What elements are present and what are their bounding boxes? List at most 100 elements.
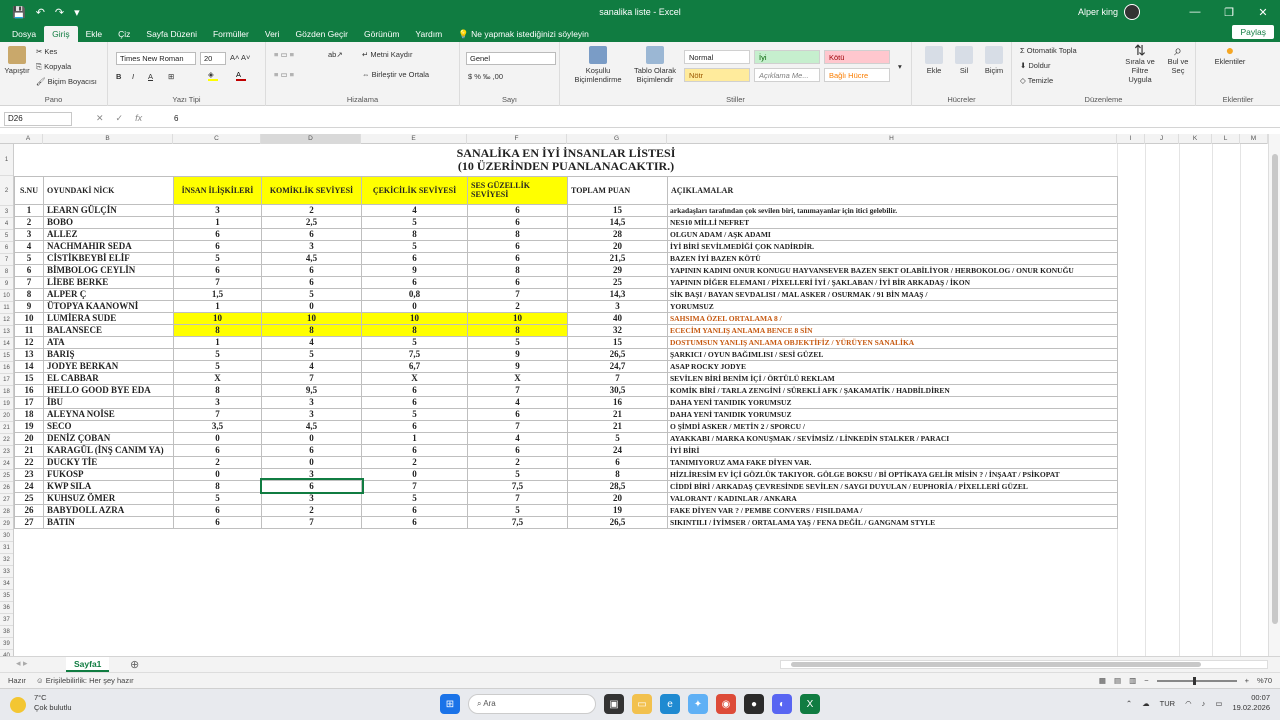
table-cell[interactable]: VALORANT / KADINLAR / ANKARA — [667, 491, 1118, 505]
tab-data[interactable]: Veri — [257, 26, 288, 42]
table-cell[interactable]: 5 — [467, 467, 568, 481]
table-cell[interactable]: 21 — [14, 443, 44, 457]
row-header[interactable]: 15 — [0, 350, 13, 362]
table-cell[interactable]: 0 — [261, 299, 362, 313]
table-cell[interactable]: 3 — [14, 227, 44, 241]
table-cell[interactable]: 3 — [261, 239, 362, 253]
row-header[interactable]: 14 — [0, 338, 13, 350]
table-cell[interactable]: JODYE BERKAN — [43, 359, 174, 373]
table-cell[interactable]: 26 — [14, 503, 44, 517]
table-cell[interactable]: KWP SILA — [43, 479, 174, 493]
row-header[interactable]: 30 — [0, 530, 13, 542]
table-cell[interactable]: 8 — [14, 287, 44, 301]
edge-icon[interactable]: e — [660, 694, 680, 714]
taskbar-search[interactable]: ⌕ Ara — [468, 694, 596, 714]
table-cell[interactable]: 5 — [361, 335, 468, 349]
column-header[interactable]: C — [173, 134, 261, 144]
table-cell[interactable]: 7,5 — [467, 479, 568, 493]
row-header[interactable]: 5 — [0, 230, 13, 242]
clock[interactable]: 00:07 19.02.2026 — [1232, 693, 1270, 713]
table-cell[interactable]: 6 — [361, 383, 468, 397]
table-cell[interactable]: 6 — [467, 203, 568, 217]
wrap-text-button[interactable]: ↵ Metni Kaydır — [362, 50, 412, 59]
tab-draw[interactable]: Çiz — [110, 26, 138, 42]
row-header[interactable]: 19 — [0, 398, 13, 410]
table-cell[interactable]: 1 — [173, 215, 262, 229]
customize-icon[interactable]: ▾ — [74, 6, 80, 19]
column-header[interactable]: D — [261, 134, 361, 144]
column-header[interactable]: G — [567, 134, 667, 144]
table-cell[interactable]: 6 — [173, 263, 262, 277]
style-normal[interactable]: Normal — [684, 50, 750, 64]
function-icon[interactable]: fx — [135, 113, 142, 124]
table-cell[interactable]: 0 — [173, 431, 262, 445]
table-cell[interactable]: 3 — [261, 395, 362, 409]
table-cell[interactable]: 8 — [173, 383, 262, 397]
table-cell[interactable]: 9 — [467, 359, 568, 373]
table-cell[interactable]: 5 — [467, 335, 568, 349]
format-as-table-button[interactable]: Tablo Olarak Biçimlendir — [630, 46, 680, 84]
style-explanatory[interactable]: Açıklama Me... — [754, 68, 820, 82]
table-cell[interactable]: 6 — [467, 407, 568, 421]
table-cell[interactable]: 24 — [14, 479, 44, 493]
table-cell[interactable]: TANIMIYORUZ AMA FAKE DİYEN VAR. — [667, 455, 1118, 469]
table-cell[interactable]: LEARN GÜLÇİN — [43, 203, 174, 217]
table-cell[interactable]: 6 — [361, 443, 468, 457]
column-header[interactable]: A — [14, 134, 43, 144]
table-cell[interactable]: 11 — [14, 323, 44, 337]
scroll-thumb[interactable] — [1272, 154, 1278, 624]
header-cell[interactable]: TOPLAM PUAN — [567, 175, 668, 205]
table-cell[interactable]: YAPININ DİĞER ELEMANI / PİXELLERİ İYİ / … — [667, 275, 1118, 289]
battery-icon[interactable]: ▭ — [1215, 699, 1222, 708]
table-cell[interactable]: NES10 MİLLİ NEFRET — [667, 215, 1118, 229]
row-header[interactable]: 9 — [0, 278, 13, 290]
table-cell[interactable]: X — [467, 371, 568, 385]
table-cell[interactable]: 6 — [261, 263, 362, 277]
conditional-formatting-button[interactable]: Koşullu Biçimlendirme — [574, 46, 622, 84]
cancel-icon[interactable]: ✕ — [96, 113, 104, 124]
row-header[interactable]: 25 — [0, 470, 13, 482]
table-cell[interactable]: 26,5 — [567, 347, 668, 361]
merge-center-button[interactable]: ⇔ Birleştir ve Ortala — [362, 70, 429, 79]
table-cell[interactable]: 2 — [261, 203, 362, 217]
table-cell[interactable]: KUHSUZ ÖMER — [43, 491, 174, 505]
table-cell[interactable]: 6 — [467, 215, 568, 229]
table-cell[interactable]: 3 — [173, 203, 262, 217]
redo-icon[interactable]: ↷ — [55, 6, 64, 19]
style-neutral[interactable]: Nötr — [684, 68, 750, 82]
table-cell[interactable]: 4 — [467, 395, 568, 409]
delete-cells-button[interactable]: Sil — [952, 46, 976, 75]
table-cell[interactable]: DENİZ ÇOBAN — [43, 431, 174, 445]
row-header[interactable]: 36 — [0, 602, 13, 614]
table-cell[interactable]: 3 — [173, 395, 262, 409]
zoom-slider[interactable] — [1156, 676, 1237, 685]
row-header[interactable]: 29 — [0, 518, 13, 530]
table-cell[interactable]: 7 — [467, 491, 568, 505]
row-header[interactable]: 39 — [0, 638, 13, 650]
normal-view-icon[interactable]: ▦ — [1099, 676, 1106, 685]
header-cell[interactable]: KOMİKLİK SEVİYESİ — [261, 175, 362, 205]
row-header[interactable]: 34 — [0, 578, 13, 590]
table-cell[interactable]: ATA — [43, 335, 174, 349]
table-cell[interactable]: 4 — [14, 239, 44, 253]
table-cell[interactable]: HİZLİRESİM EV İÇİ GÖZLÜK TAKIYOR. GÖLGE … — [667, 467, 1118, 481]
tab-help[interactable]: Yardım — [407, 26, 450, 42]
tab-page-layout[interactable]: Sayfa Düzeni — [138, 26, 205, 42]
format-cells-button[interactable]: Biçim — [982, 46, 1006, 75]
table-cell[interactable]: BOBO — [43, 215, 174, 229]
table-cell[interactable]: BATIN — [43, 515, 174, 529]
copilot-icon[interactable]: ✦ — [688, 694, 708, 714]
table-cell[interactable]: 14 — [14, 359, 44, 373]
table-cell[interactable]: HELLO GOOD BYE EDA — [43, 383, 174, 397]
table-cell[interactable]: 3 — [261, 467, 362, 481]
styles-more-icon[interactable]: ▾ — [898, 62, 902, 71]
language-indicator[interactable]: TUR — [1160, 699, 1175, 708]
table-cell[interactable]: X — [361, 371, 468, 385]
table-cell[interactable]: BİMBOLOG CEYLİN — [43, 263, 174, 277]
app-icon[interactable]: ● — [744, 694, 764, 714]
row-header[interactable]: 22 — [0, 434, 13, 446]
table-cell[interactable]: 16 — [567, 395, 668, 409]
sheet-tab-sayfa1[interactable]: Sayfa1 — [66, 657, 110, 672]
row-header[interactable]: 18 — [0, 386, 13, 398]
avatar[interactable] — [1124, 4, 1140, 20]
